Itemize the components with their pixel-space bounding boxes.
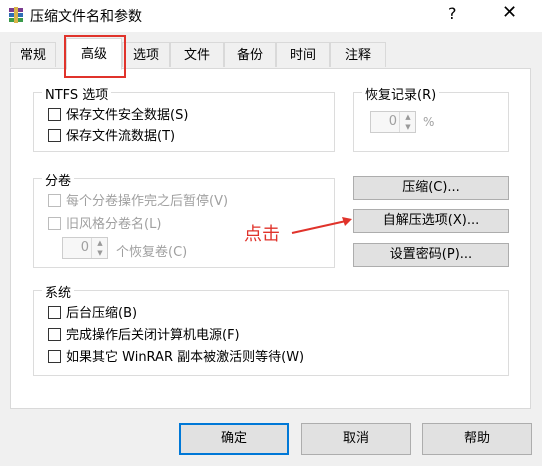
close-button[interactable]: ✕ [502, 2, 517, 23]
shutdown-after-checkbox[interactable]: 完成操作后关闭计算机电源(F) [48, 327, 240, 345]
help-button[interactable]: 帮助 [422, 423, 532, 455]
old-style-names-checkbox[interactable]: 旧风格分卷名(L) [48, 216, 161, 234]
checkbox-box[interactable] [48, 194, 61, 207]
checkbox-label: 保存文件安全数据(S) [66, 108, 189, 123]
recovery-group-title: 恢复记录(R) [362, 84, 440, 103]
recovery-unit-label: % [423, 115, 435, 129]
spinner-buttons[interactable]: ▲ ▼ [399, 112, 415, 132]
save-streams-checkbox[interactable]: 保存文件流数据(T) [48, 128, 175, 146]
spinner-buttons[interactable]: ▲ ▼ [91, 238, 107, 258]
tab-backup[interactable]: 备份 [224, 42, 276, 67]
recovery-volumes-spinner[interactable]: 0 ▲ ▼ [62, 237, 108, 259]
title-bar: 压缩文件名和参数 ? ✕ [0, 0, 542, 32]
wait-other-copies-checkbox[interactable]: 如果其它 WinRAR 副本被激活则等待(W) [48, 349, 304, 367]
checkbox-box[interactable] [48, 306, 61, 319]
ok-button[interactable]: 确定 [179, 423, 289, 455]
compression-button[interactable]: 压缩(C)... [353, 176, 509, 200]
cancel-button[interactable]: 取消 [301, 423, 411, 455]
tab-options[interactable]: 选项 [122, 42, 170, 67]
spinner-value: 0 [80, 240, 89, 255]
checkbox-box[interactable] [48, 328, 61, 341]
pause-after-volume-checkbox[interactable]: 每个分卷操作完之后暂停(V) [48, 193, 228, 211]
tab-time[interactable]: 时间 [276, 42, 330, 67]
spin-up-icon[interactable]: ▲ [400, 112, 416, 122]
spin-down-icon[interactable]: ▼ [92, 248, 108, 258]
spin-down-icon[interactable]: ▼ [400, 122, 416, 132]
recovery-percent-spinner[interactable]: 0 ▲ ▼ [370, 111, 416, 133]
help-title-button[interactable]: ? [448, 4, 457, 23]
checkbox-label: 如果其它 WinRAR 副本被激活则等待(W) [66, 350, 305, 365]
recovery-volumes-label: 个恢复卷(C) [116, 245, 188, 260]
checkbox-box[interactable] [48, 108, 61, 121]
save-security-checkbox[interactable]: 保存文件安全数据(S) [48, 107, 188, 125]
checkbox-label: 旧风格分卷名(L) [66, 217, 162, 232]
volumes-group-title: 分卷 [42, 170, 75, 189]
spinner-value: 0 [388, 114, 397, 129]
checkbox-box[interactable] [48, 350, 61, 363]
set-password-button[interactable]: 设置密码(P)... [353, 243, 509, 267]
tab-comment[interactable]: 注释 [330, 42, 386, 67]
checkbox-box[interactable] [48, 129, 61, 142]
tab-general[interactable]: 常规 [10, 42, 56, 67]
tab-highlight-annotation [64, 35, 126, 78]
background-compress-checkbox[interactable]: 后台压缩(B) [48, 305, 137, 323]
checkbox-label: 保存文件流数据(T) [66, 129, 176, 144]
spin-up-icon[interactable]: ▲ [92, 238, 108, 248]
window-title: 压缩文件名和参数 [30, 9, 142, 25]
tab-files[interactable]: 文件 [170, 42, 224, 67]
sfx-options-button[interactable]: 自解压选项(X)... [353, 209, 509, 233]
checkbox-label: 每个分卷操作完之后暂停(V) [66, 194, 229, 209]
checkbox-label: 完成操作后关闭计算机电源(F) [66, 328, 240, 343]
checkbox-label: 后台压缩(B) [66, 306, 138, 321]
checkbox-box[interactable] [48, 217, 61, 230]
annotation-arrow-icon [291, 217, 352, 234]
system-group-title: 系统 [42, 282, 75, 301]
ntfs-group-title: NTFS 选项 [42, 84, 112, 103]
click-annotation-text: 点击 [244, 224, 280, 245]
winrar-app-icon [8, 7, 24, 23]
